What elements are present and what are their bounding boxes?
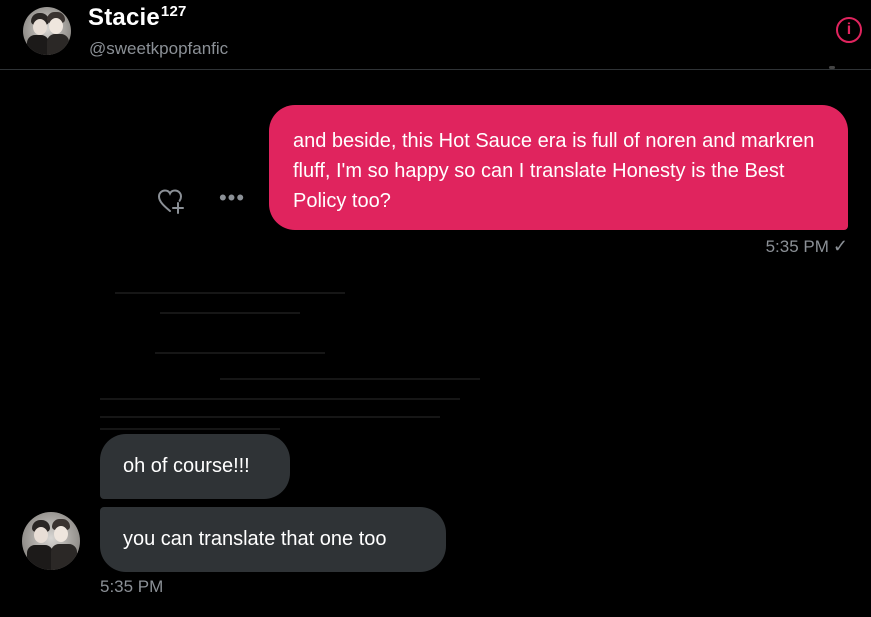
avatar-face xyxy=(33,19,47,35)
avatar-body xyxy=(47,34,69,55)
conversation-header: Stacie127 @sweetkpopfanfic i xyxy=(0,0,871,70)
message-timestamp: 5:35 PM xyxy=(100,577,164,596)
contact-name-superscript: 127 xyxy=(160,3,187,20)
avatar-face xyxy=(34,527,48,543)
avatar-body xyxy=(27,545,53,570)
scroll-indicator xyxy=(829,66,835,69)
outgoing-message-bubble[interactable]: and beside, this Hot Sauce era is full o… xyxy=(269,105,848,230)
media-artifact xyxy=(100,416,440,418)
incoming-message-bubble[interactable]: you can translate that one too xyxy=(100,507,446,572)
faded-media xyxy=(100,282,480,432)
contact-name-text: Stacie xyxy=(88,4,160,31)
contact-name[interactable]: Stacie127 xyxy=(88,3,187,32)
more-options-icon[interactable]: ••• xyxy=(217,187,247,213)
checkmark-icon: ✓ xyxy=(832,236,848,256)
avatar-face xyxy=(54,526,68,542)
media-artifact xyxy=(220,378,480,380)
avatar-body xyxy=(27,35,49,55)
avatar-body xyxy=(51,544,77,570)
media-artifact xyxy=(100,398,460,400)
media-artifact xyxy=(160,312,300,314)
contact-handle[interactable]: @sweetkpopfanfic xyxy=(89,39,228,59)
media-artifact xyxy=(115,292,345,294)
message-timestamp: 5:35 PM xyxy=(765,237,829,256)
incoming-message-bubble[interactable]: oh of course!!! xyxy=(100,434,290,499)
avatar-face xyxy=(49,18,63,34)
media-artifact xyxy=(100,428,280,430)
outgoing-message-meta: 5:35 PM ✓ xyxy=(700,236,848,257)
add-reaction-icon[interactable] xyxy=(155,184,189,218)
info-icon[interactable]: i xyxy=(836,17,862,43)
header-avatar[interactable] xyxy=(23,7,71,55)
media-artifact xyxy=(155,352,325,354)
sender-avatar[interactable] xyxy=(22,512,80,570)
